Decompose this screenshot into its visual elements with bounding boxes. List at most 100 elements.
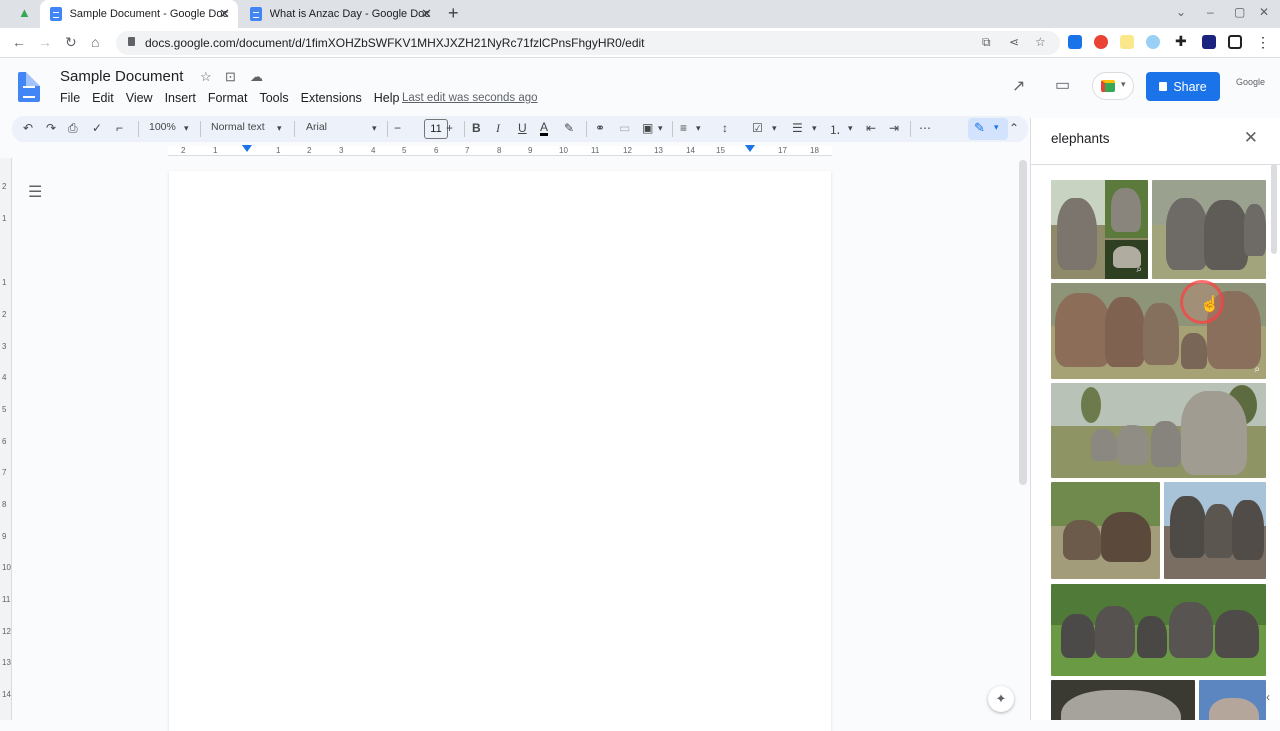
search-query[interactable]: elephants — [1051, 131, 1110, 146]
menu-edit[interactable]: Edit — [92, 91, 114, 105]
checklist-icon[interactable]: ☑ — [752, 121, 763, 135]
side-panel-icon[interactable] — [1228, 35, 1242, 49]
increase-indent-icon[interactable]: ⇥ — [889, 121, 899, 135]
insert-link-icon[interactable]: ⚭ — [595, 121, 605, 135]
highlight-color-icon[interactable]: ✎ — [564, 121, 574, 135]
insert-image-icon[interactable]: ▣ — [642, 121, 653, 135]
meet-button[interactable]: ▾ — [1092, 72, 1134, 100]
minimize-icon[interactable]: – — [1207, 5, 1214, 19]
horizontal-ruler[interactable]: 2 1 1 2 3 4 5 6 7 8 9 10 11 12 13 14 15 … — [168, 145, 832, 156]
extension-icon[interactable] — [1068, 35, 1082, 49]
new-tab-button[interactable]: + — [448, 3, 459, 24]
image-result[interactable] — [1051, 383, 1266, 478]
share-button[interactable]: Share — [1146, 72, 1220, 101]
reload-icon[interactable]: ↻ — [65, 34, 77, 51]
editing-mode-button[interactable]: ✎ ▾ — [968, 118, 1008, 140]
back-icon[interactable]: ← — [12, 34, 26, 50]
paragraph-style-select[interactable]: Normal text — [211, 121, 265, 133]
decrease-indent-icon[interactable]: ⇤ — [866, 121, 876, 135]
chevron-down-icon[interactable]: ▾ — [658, 123, 663, 134]
activity-trend-icon[interactable]: ↗ — [1012, 76, 1025, 96]
menu-help[interactable]: Help — [374, 91, 400, 105]
magnify-icon[interactable]: ⌕ — [1136, 264, 1142, 275]
document-outline-icon[interactable]: ☰ — [28, 182, 42, 202]
cloud-saved-icon[interactable]: ☁ — [250, 69, 263, 85]
extension-icon[interactable] — [1202, 35, 1216, 49]
menu-extensions[interactable]: Extensions — [301, 91, 362, 105]
increase-font-size-button[interactable]: + — [446, 121, 453, 135]
chevron-left-icon[interactable]: ‹ — [1266, 690, 1270, 704]
collapse-menus-icon[interactable]: ⌃ — [1009, 121, 1019, 135]
redo-icon[interactable]: ↷ — [46, 121, 56, 135]
menu-file[interactable]: File — [60, 91, 80, 105]
star-icon[interactable]: ☆ — [200, 69, 212, 85]
explore-button[interactable]: ✦ — [988, 686, 1014, 712]
underline-button[interactable]: U — [518, 121, 527, 135]
more-options-icon[interactable]: ⋯ — [919, 121, 931, 135]
tab-anzac-day[interactable]: What is Anzac Day - Google Docs ✕ — [240, 0, 440, 28]
chevron-down-icon[interactable]: ▾ — [372, 123, 377, 134]
font-size-input[interactable]: 11 — [424, 119, 448, 139]
docs-logo-icon[interactable] — [18, 72, 40, 102]
zoom-select[interactable]: 100% — [149, 121, 176, 133]
menu-view[interactable]: View — [126, 91, 153, 105]
image-result[interactable] — [1051, 482, 1160, 579]
extension-icon[interactable] — [1094, 35, 1108, 49]
left-indent-marker[interactable] — [242, 145, 252, 152]
extension-icon[interactable] — [1146, 35, 1160, 49]
close-window-icon[interactable]: ✕ — [1259, 5, 1269, 19]
last-edit-link[interactable]: Last edit was seconds ago — [402, 92, 538, 104]
spellcheck-icon[interactable]: ✓ — [92, 121, 102, 135]
image-result[interactable] — [1051, 584, 1266, 676]
numbered-list-icon[interactable]: ⒈ — [829, 121, 841, 138]
share-page-icon[interactable]: ⋖ — [1009, 35, 1019, 49]
comments-icon[interactable]: ▭ — [1055, 75, 1070, 95]
menu-insert[interactable]: Insert — [165, 91, 196, 105]
tab-search-icon[interactable]: ⌄ — [1176, 5, 1186, 19]
image-result[interactable] — [1199, 680, 1266, 720]
browser-menu-icon[interactable]: ⋮ — [1256, 34, 1270, 51]
image-result[interactable] — [1164, 482, 1266, 579]
menu-tools[interactable]: Tools — [259, 91, 288, 105]
chevron-down-icon[interactable]: ▾ — [772, 123, 777, 134]
close-tab-icon[interactable]: ✕ — [421, 6, 432, 22]
document-title[interactable]: Sample Document — [60, 68, 183, 85]
extension-icon[interactable] — [1120, 35, 1134, 49]
omnibox[interactable]: docs.google.com/document/d/1fimXOHZbSWFK… — [116, 31, 1060, 55]
image-result[interactable] — [1152, 180, 1266, 279]
line-spacing-icon[interactable]: ↕ — [722, 121, 728, 135]
image-result[interactable]: ⌕ — [1051, 283, 1266, 379]
drive-icon[interactable]: ▲ — [18, 5, 31, 20]
magnify-icon[interactable]: ⌕ — [1254, 364, 1260, 375]
bulleted-list-icon[interactable]: ☰ — [792, 121, 803, 135]
bookmark-star-icon[interactable]: ☆ — [1035, 35, 1046, 49]
text-color-button[interactable]: A — [540, 121, 549, 136]
image-result[interactable] — [1051, 680, 1195, 720]
bold-button[interactable]: B — [472, 121, 481, 135]
chevron-down-icon[interactable]: ▾ — [184, 123, 189, 134]
menu-format[interactable]: Format — [208, 91, 248, 105]
extensions-puzzle-icon[interactable]: ✚ — [1175, 33, 1187, 50]
close-tab-icon[interactable]: ✕ — [219, 6, 230, 22]
chevron-down-icon[interactable]: ▾ — [277, 123, 282, 134]
chevron-down-icon[interactable]: ▾ — [696, 123, 701, 134]
panel-scrollbar[interactable] — [1271, 164, 1277, 254]
print-icon[interactable]: ⎙ — [68, 121, 78, 136]
align-icon[interactable]: ≡ — [680, 121, 687, 135]
chevron-down-icon[interactable]: ▾ — [848, 123, 853, 134]
undo-icon[interactable]: ↶ — [23, 121, 33, 135]
vertical-ruler[interactable]: 2 1 1 2 3 4 5 6 7 8 9 10 11 12 13 14 — [0, 158, 12, 720]
close-icon[interactable]: ✕ — [1244, 128, 1258, 148]
home-icon[interactable]: ⌂ — [91, 34, 99, 50]
maximize-icon[interactable]: ▢ — [1234, 5, 1245, 19]
font-select[interactable]: Arial — [306, 121, 327, 133]
add-comment-icon[interactable]: ▭ — [619, 121, 630, 135]
image-result[interactable]: ⌕ — [1051, 180, 1148, 279]
move-folder-icon[interactable]: ⊡ — [225, 69, 236, 85]
decrease-font-size-button[interactable]: − — [394, 121, 401, 135]
chevron-down-icon[interactable]: ▾ — [812, 123, 817, 134]
italic-button[interactable]: I — [496, 121, 500, 136]
tab-sample-document[interactable]: Sample Document - Google Docs ✕ — [40, 0, 238, 28]
right-indent-marker[interactable] — [745, 145, 755, 152]
url-text[interactable]: docs.google.com/document/d/1fimXOHZbSWFK… — [145, 36, 645, 50]
